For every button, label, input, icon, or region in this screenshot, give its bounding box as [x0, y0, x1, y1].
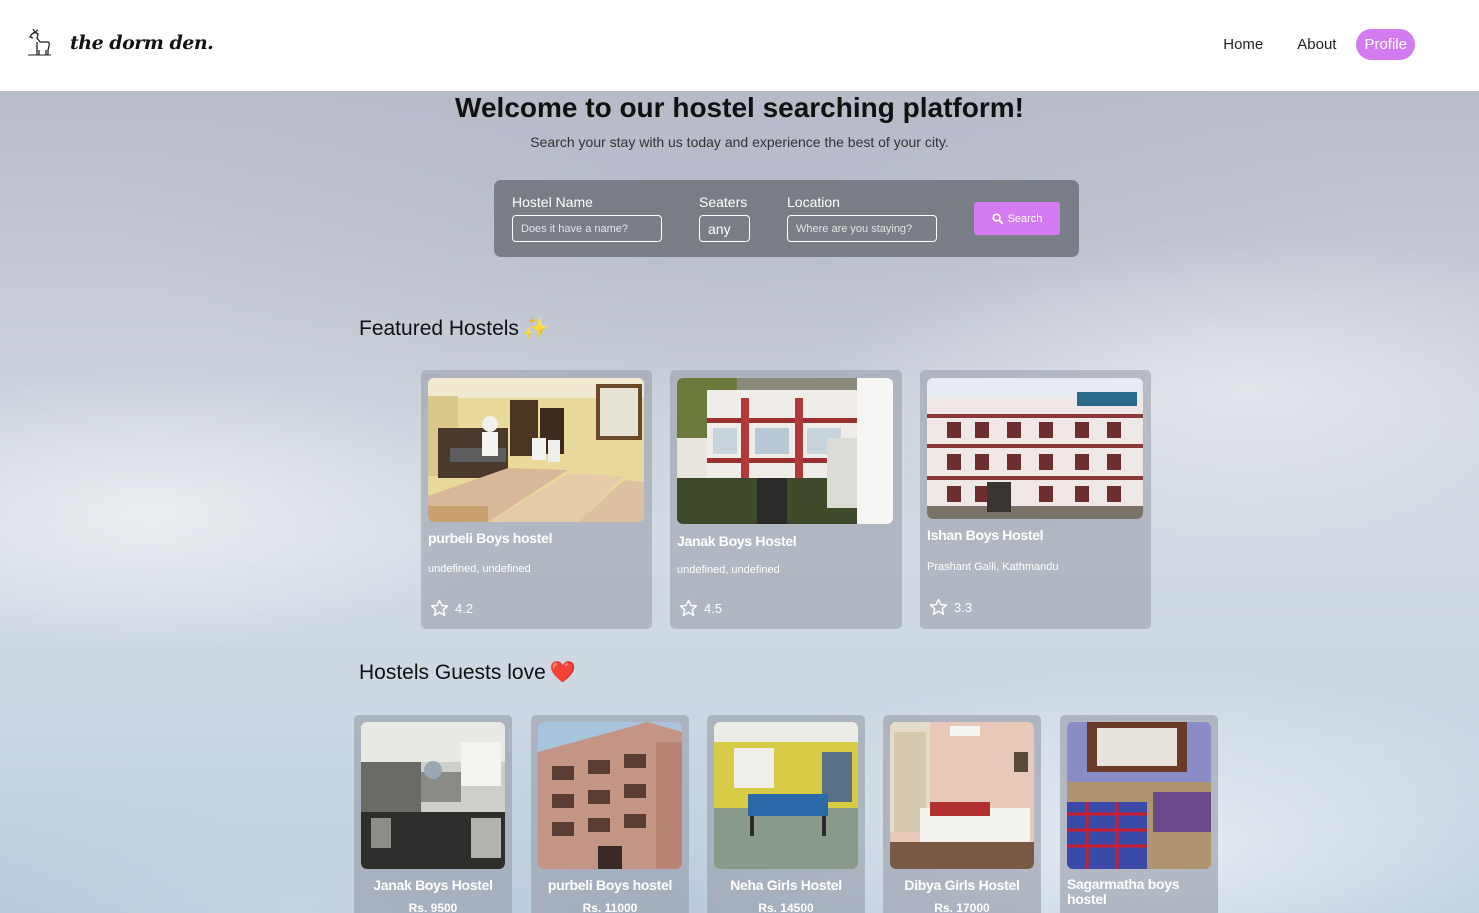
featured-card[interactable]: Janak Boys Hostel undefined, undefined 4… — [670, 370, 902, 629]
search-icon — [992, 213, 1003, 224]
hostel-photo — [927, 378, 1143, 519]
hostel-location: undefined, undefined — [677, 564, 780, 576]
hostel-rating: 4.2 — [430, 599, 473, 617]
location-label: Location — [787, 194, 840, 210]
heart-icon: ❤️ — [549, 661, 576, 684]
nav-profile-button[interactable]: Profile — [1356, 29, 1415, 60]
hostel-name: Ishan Boys Hostel — [927, 527, 1044, 543]
featured-section-title: Featured Hostels ✨ — [359, 317, 549, 341]
hostel-photo — [538, 722, 682, 869]
hostel-rating: 3.3 — [929, 598, 972, 616]
main-nav: Home About Profile — [1189, 29, 1415, 60]
featured-title-text: Featured Hostels — [359, 317, 519, 340]
hostel-name: Janak Boys Hostel — [373, 877, 493, 893]
hostel-price: Rs. 17000 — [934, 901, 990, 913]
sparkles-icon: ✨ — [522, 317, 550, 340]
loved-section-title: Hostels Guests love ❤️ — [359, 661, 576, 685]
star-icon — [929, 598, 948, 616]
site-header: the dorm den. Home About Profile — [0, 0, 1479, 91]
hostel-location: undefined, undefined — [428, 563, 531, 575]
hostel-photo — [1067, 722, 1211, 869]
star-icon — [430, 599, 449, 617]
hostel-name-label: Hostel Name — [512, 194, 593, 210]
search-panel: Hostel Name Does it have a name? Seaters… — [494, 180, 1079, 257]
nav-about-link[interactable]: About — [1297, 36, 1336, 53]
brand-name: the dorm den. — [70, 32, 214, 54]
hostel-name: purbeli Boys hostel — [428, 530, 553, 546]
search-button[interactable]: Search — [974, 202, 1060, 235]
hostel-price: Rs. 11000 — [582, 901, 638, 913]
search-button-label: Search — [1007, 212, 1043, 225]
hostel-name: Dibya Girls Hostel — [904, 877, 1020, 893]
loved-title-text: Hostels Guests love — [359, 661, 546, 684]
rating-value: 3.3 — [954, 599, 973, 615]
hostel-photo — [890, 722, 1034, 869]
hostel-price: Rs. 14500 — [758, 901, 814, 913]
hostel-price: Rs. 9500 — [408, 901, 458, 913]
loved-card[interactable]: Neha Girls Hostel Rs. 14500 — [707, 715, 865, 913]
nav-home-link[interactable]: Home — [1223, 36, 1263, 53]
goat-logo-icon — [28, 28, 51, 56]
page-subtitle: Search your stay with us today and exper… — [530, 134, 949, 150]
hostel-location: Prashant Galli, Kathmandu — [927, 561, 1059, 573]
seaters-select[interactable]: any — [699, 215, 750, 242]
hostel-name: Neha Girls Hostel — [730, 877, 842, 893]
loved-card[interactable]: Sagarmatha boys hostel — [1060, 715, 1218, 913]
hostel-name: purbeli Boys hostel — [547, 877, 673, 893]
location-input[interactable]: Where are you staying? — [787, 215, 937, 242]
page-title: Welcome to our hostel searching platform… — [455, 92, 1024, 123]
featured-card[interactable]: purbeli Boys hostel undefined, undefined… — [421, 370, 652, 629]
loved-card[interactable]: purbeli Boys hostel Rs. 11000 — [531, 715, 689, 913]
hostel-photo — [428, 378, 644, 522]
rating-value: 4.2 — [455, 600, 474, 616]
hostel-photo — [714, 722, 858, 869]
loved-card[interactable]: Janak Boys Hostel Rs. 9500 — [354, 715, 512, 913]
hostel-name: Janak Boys Hostel — [677, 533, 797, 549]
star-icon — [679, 599, 698, 617]
rating-value: 4.5 — [704, 600, 723, 616]
hostel-photo — [361, 722, 505, 869]
brand-logo[interactable]: the dorm den. — [26, 28, 214, 58]
hostel-name-input[interactable]: Does it have a name? — [512, 215, 662, 242]
hostel-name: Sagarmatha boys hostel — [1067, 876, 1180, 907]
featured-card[interactable]: Ishan Boys Hostel Prashant Galli, Kathma… — [920, 370, 1151, 629]
hostel-photo — [677, 378, 893, 524]
loved-card[interactable]: Dibya Girls Hostel Rs. 17000 — [883, 715, 1041, 913]
seaters-label: Seaters — [699, 194, 748, 210]
hostel-rating: 4.5 — [679, 599, 722, 617]
